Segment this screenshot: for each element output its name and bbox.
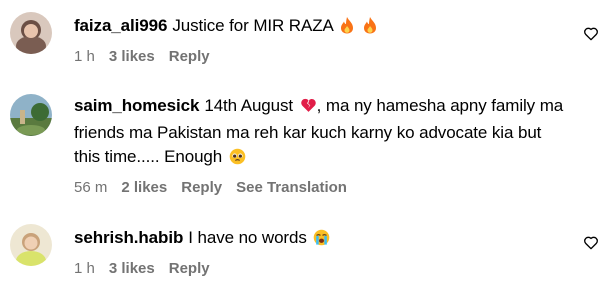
comment-text: faiza_ali996 Justice for MIR RAZA	[74, 14, 564, 41]
comment-time[interactable]: 56 m	[74, 179, 107, 196]
avatar[interactable]	[10, 94, 52, 136]
broken-heart-emoji	[300, 97, 317, 121]
comment-body: Justice for MIR RAZA	[172, 16, 333, 35]
comment-username[interactable]: saim_homesick	[74, 96, 199, 115]
comment-username[interactable]: faiza_ali996	[74, 16, 167, 35]
see-translation-button[interactable]: See Translation	[236, 179, 347, 196]
likes-count[interactable]: 2 likes	[121, 179, 167, 196]
comment-text: sehrish.habib I have no words	[74, 226, 564, 253]
fire-emoji	[339, 16, 355, 41]
comment-time[interactable]: 1 h	[74, 48, 95, 65]
comment-meta: 1 h 3 likes Reply	[74, 260, 564, 277]
likes-count[interactable]: 3 likes	[109, 260, 155, 277]
pleading-face-emoji	[229, 148, 246, 172]
heart-outline-icon[interactable]	[583, 235, 599, 251]
comment-username[interactable]: sehrish.habib	[74, 228, 183, 247]
reply-button[interactable]: Reply	[169, 48, 210, 65]
reply-button[interactable]: Reply	[181, 179, 222, 196]
comment-body: I have no words	[188, 228, 307, 247]
comment-body-part1: 14th August	[204, 96, 294, 115]
likes-count[interactable]: 3 likes	[109, 48, 155, 65]
reply-button[interactable]: Reply	[169, 260, 210, 277]
comment-text: saim_homesick 14th August , ma ny hamesha…	[74, 94, 564, 172]
comment-meta: 56 m 2 likes Reply See Translation	[74, 179, 564, 196]
fire-emoji	[362, 16, 378, 41]
comment-time[interactable]: 1 h	[74, 260, 95, 277]
comment-meta: 1 h 3 likes Reply	[74, 48, 564, 65]
crying-face-emoji	[313, 229, 330, 253]
avatar[interactable]	[10, 224, 52, 266]
avatar[interactable]	[10, 12, 52, 54]
heart-outline-icon[interactable]	[583, 26, 599, 42]
